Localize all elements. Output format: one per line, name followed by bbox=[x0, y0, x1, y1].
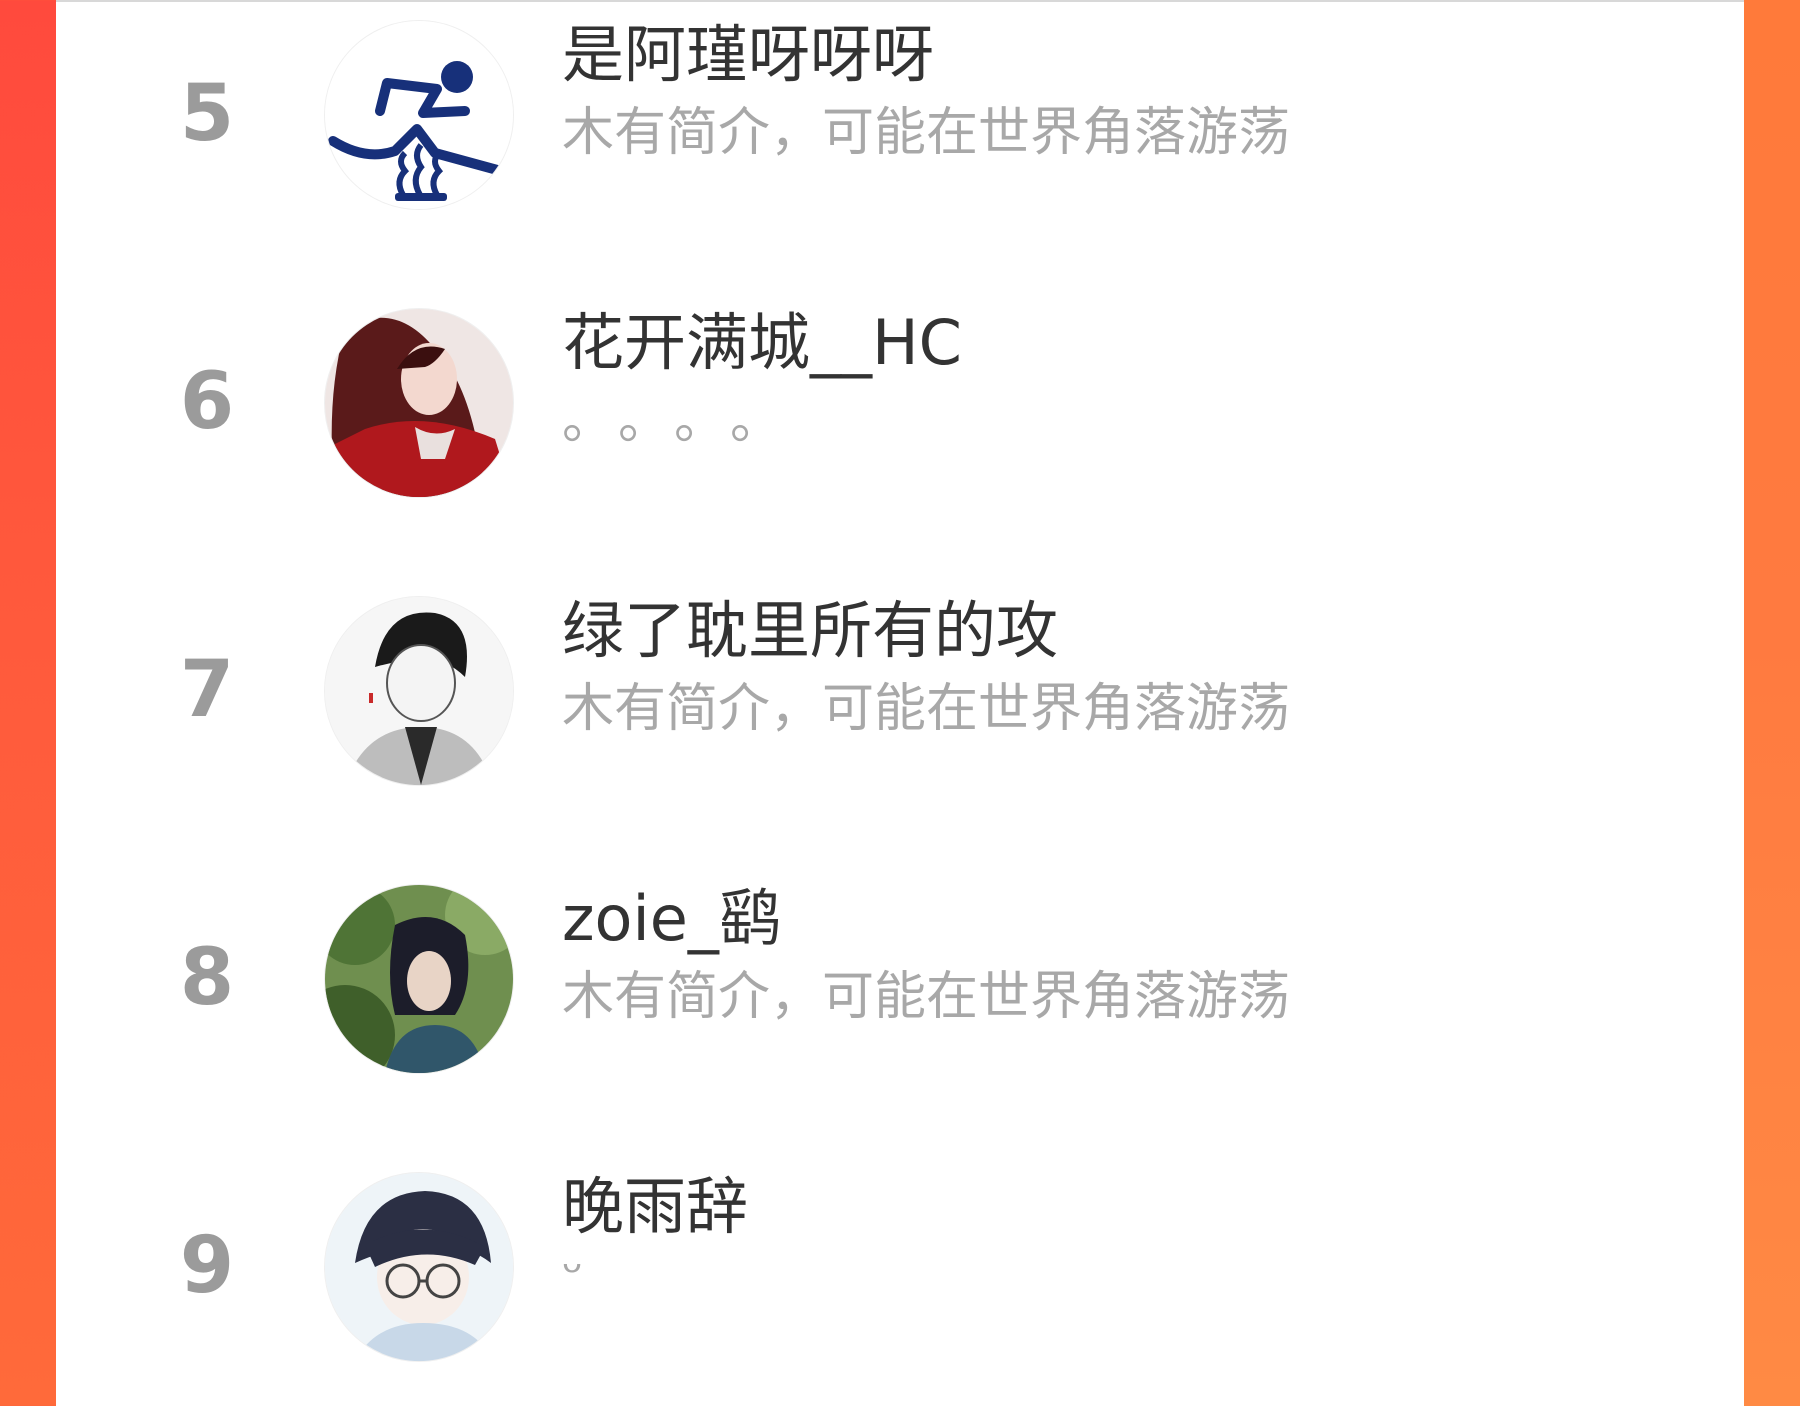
username[interactable]: 绿了耽里所有的攻 bbox=[562, 580, 1058, 670]
rank-number: 5 bbox=[179, 69, 235, 159]
sketch-boy-avatar[interactable] bbox=[324, 596, 514, 786]
username[interactable]: 花开满城__HC bbox=[562, 292, 962, 382]
user-bio: ᵕ bbox=[562, 1242, 584, 1302]
list-item[interactable]: 9 晚雨辞 ᵕ bbox=[56, 1122, 1744, 1406]
list-item[interactable]: 6 花开满城__HC 。。。。 bbox=[56, 258, 1744, 546]
user-bio: 。。。。 bbox=[562, 391, 813, 451]
list-item[interactable]: 8 zoie_鹞 木有简介，可能在世界角落游荡 bbox=[56, 834, 1744, 1122]
red-robed-character-avatar[interactable] bbox=[324, 308, 514, 498]
username[interactable]: 晚雨辞 bbox=[562, 1156, 748, 1246]
ranking-list-panel: 5 是阿瑾呀呀呀 木有简介，可能在世界角落游荡 6 花开满城__HC 。。。。 … bbox=[56, 0, 1744, 1406]
user-bio: 木有简介，可能在世界角落游荡 bbox=[562, 679, 1291, 739]
user-bio: 木有简介，可能在世界角落游荡 bbox=[562, 103, 1291, 163]
glasses-boy-avatar[interactable] bbox=[324, 1172, 514, 1362]
rank-number: 8 bbox=[179, 933, 235, 1023]
rank-number: 7 bbox=[179, 645, 235, 735]
list-item[interactable]: 7 绿了耽里所有的攻 木有简介，可能在世界角落游荡 bbox=[56, 546, 1744, 834]
list-item[interactable]: 5 是阿瑾呀呀呀 木有简介，可能在世界角落游荡 bbox=[56, 0, 1744, 258]
username[interactable]: 是阿瑾呀呀呀 bbox=[562, 4, 934, 94]
cosplay-photo-avatar[interactable] bbox=[324, 884, 514, 1074]
runner-logo-icon[interactable] bbox=[324, 20, 514, 210]
username[interactable]: zoie_鹞 bbox=[562, 868, 781, 958]
user-bio: 木有简介，可能在世界角落游荡 bbox=[562, 967, 1291, 1027]
rank-number: 9 bbox=[179, 1221, 235, 1311]
rank-number: 6 bbox=[179, 357, 235, 447]
right-gradient-border bbox=[1744, 0, 1800, 1406]
